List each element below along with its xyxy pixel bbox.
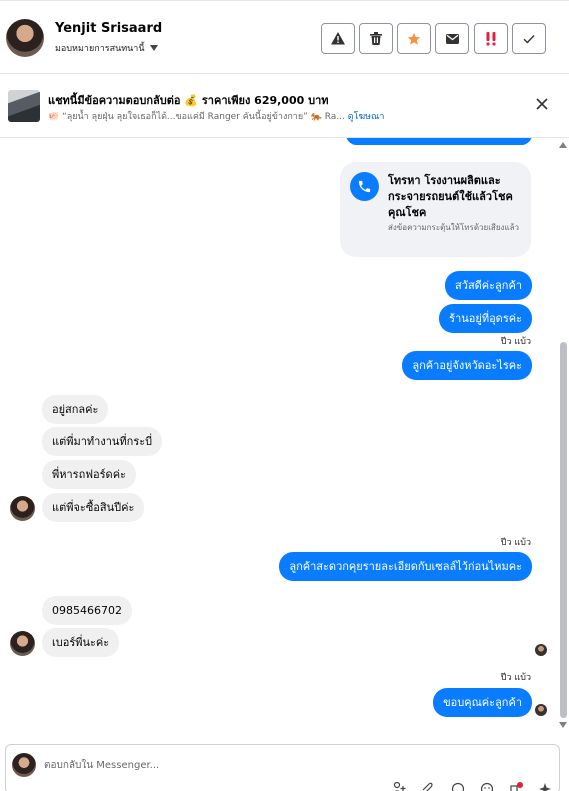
chat-scrollbar[interactable]	[557, 138, 569, 734]
contact-name[interactable]: Yenjit Srisaard	[55, 21, 162, 36]
view-ad-link[interactable]: ดูโฆษณา	[348, 112, 385, 122]
message-bubble-outgoing[interactable]: ลูกค้าอยู่จังหวัดอะไรคะ	[402, 351, 532, 380]
delete-button[interactable]	[359, 23, 393, 54]
conversation-header: Yenjit Srisaard มอบหมายการสนทนานี้	[0, 0, 569, 74]
scroll-thumb[interactable]	[560, 342, 567, 718]
mark-done-button[interactable]	[512, 23, 546, 54]
ad-title: แชทนี้มีข้อความตอบกลับต่อ 💰 ราคาเพียง 62…	[48, 94, 329, 107]
caret-down-icon	[149, 45, 158, 51]
scroll-down-icon[interactable]	[559, 722, 567, 728]
double-exclamation-icon	[486, 31, 496, 45]
message-bubble-incoming[interactable]: เบอร์พี่นะค่ะ	[42, 628, 120, 657]
saved-replies-icon[interactable]	[509, 782, 523, 791]
phone-icon	[350, 172, 379, 201]
message-bubble-incoming[interactable]: แต่พี่มาทำงานที่กระบี่	[42, 427, 163, 456]
warning-icon	[331, 32, 345, 45]
sender-avatar[interactable]	[10, 496, 35, 521]
message-bubble-outgoing[interactable]: สวัสดีค่ะลูกค้า	[445, 271, 532, 300]
mark-unread-button[interactable]	[435, 23, 469, 54]
call-card-subtitle: ส่งข้อความกระตุ้นให้โทรด้วยเสียงแล้ว	[388, 223, 519, 232]
message-bubble-incoming[interactable]: แต่พี่จะซื้อสินปีค่ะ	[42, 493, 145, 522]
report-button[interactable]	[321, 23, 355, 54]
star-button[interactable]	[397, 23, 431, 54]
sender-avatar[interactable]	[10, 631, 35, 656]
seen-status: ปีว แบ้ว	[500, 673, 531, 683]
call-prompt-card[interactable]: โทรหา โรงงานผลิตและกระจายรถยนต์ใช้แล้วโช…	[340, 162, 531, 257]
more-tools-icon[interactable]	[538, 782, 552, 791]
ad-caption: 🐖 “ลุยน้ำ ลุยฝุ่น ลุยใจเธอก็ได้...ขอแค่ม…	[48, 112, 345, 122]
message-bubble-outgoing[interactable]	[346, 138, 532, 145]
seen-status: ปีว แบ้ว	[500, 538, 531, 548]
star-icon	[407, 32, 421, 45]
attachment-icon[interactable]	[420, 782, 434, 791]
message-bubble-outgoing[interactable]: ร้านอยู่ที่อุดรค่ะ	[439, 304, 532, 333]
assign-label: มอบหมายการสนทนานี้	[55, 44, 145, 54]
reply-composer	[5, 744, 560, 791]
message-bubble-incoming[interactable]: 0985466702	[42, 596, 132, 625]
message-thread[interactable]: โทรหา โรงงานผลิตและกระจายรถยนต์ใช้แล้วโช…	[0, 138, 569, 734]
ad-thumbnail[interactable]	[8, 90, 40, 122]
message-bubble-incoming[interactable]: อยู่สกลค่ะ	[42, 395, 109, 424]
seen-status: ปีว แบ้ว	[500, 337, 531, 347]
read-receipt-avatar	[535, 704, 547, 716]
envelope-icon	[445, 33, 459, 44]
reply-input[interactable]	[44, 755, 444, 775]
message-bubble-incoming[interactable]: พี่หารถฟอร์ดค่ะ	[42, 460, 136, 489]
follow-up-button[interactable]	[474, 23, 508, 54]
ad-subtitle: 🐖 “ลุยน้ำ ลุยฝุ่น ลุยใจเธอก็ได้...ขอแค่ม…	[48, 109, 398, 123]
check-icon	[523, 34, 535, 43]
page-avatar	[12, 753, 36, 777]
ad-context-bar: แชทนี้มีข้อความตอบกลับต่อ 💰 ราคาเพียง 62…	[0, 75, 569, 138]
message-bubble-outgoing[interactable]: ขอบคุณค่ะลูกค้า	[433, 688, 532, 717]
read-receipt-avatar	[535, 644, 547, 656]
assign-conversation-dropdown[interactable]: มอบหมายการสนทนานี้	[55, 41, 158, 55]
contact-avatar[interactable]	[6, 19, 44, 57]
sticker-icon[interactable]	[480, 782, 494, 791]
emoji-icon[interactable]	[451, 782, 465, 791]
message-bubble-outgoing[interactable]: ลูกค้าสะดวกคุยรายละเอียดกับเซลล์ไว้ก่อนไ…	[279, 552, 532, 581]
scroll-up-icon[interactable]	[559, 142, 567, 148]
add-person-icon[interactable]	[392, 782, 406, 791]
trash-icon	[370, 32, 382, 45]
call-card-title: โทรหา โรงงานผลิตและกระจายรถยนต์ใช้แล้วโช…	[388, 174, 513, 219]
close-icon[interactable]	[534, 96, 550, 112]
